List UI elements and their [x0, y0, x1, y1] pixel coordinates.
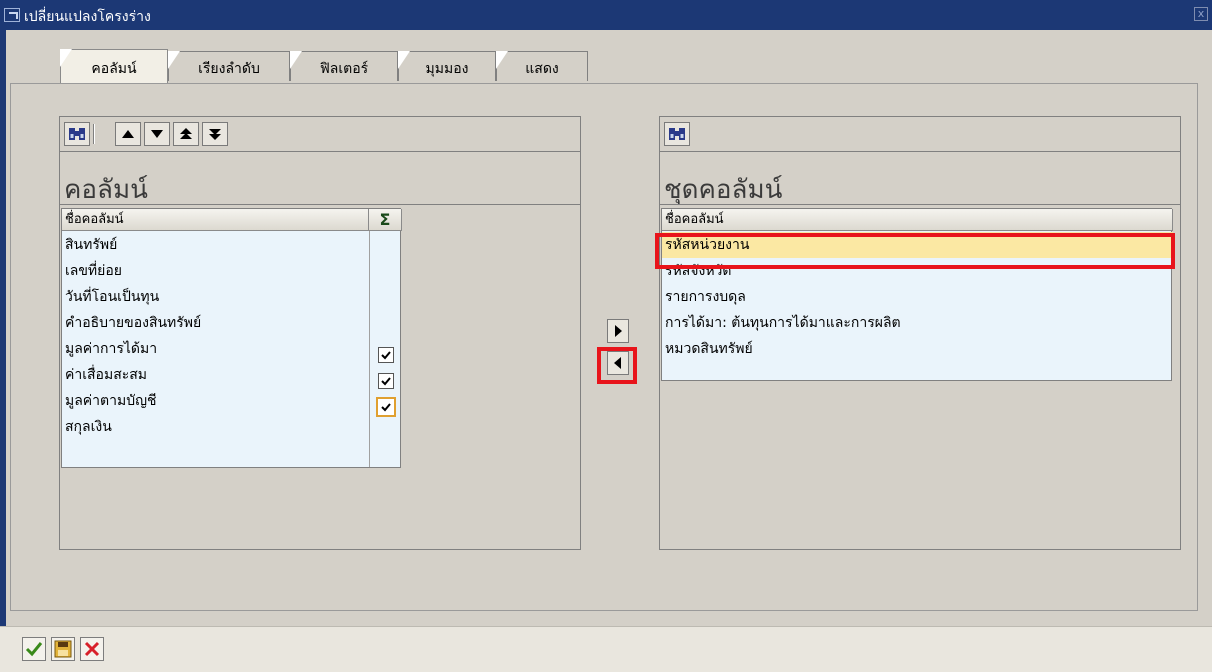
- tab-label: คอลัมน์: [91, 60, 137, 77]
- tab-columns[interactable]: คอลัมน์: [60, 49, 168, 83]
- save-icon: [54, 640, 72, 658]
- cancel-button[interactable]: [80, 637, 104, 661]
- title-divider: [60, 204, 580, 205]
- available-columns-panel: คอลัมน์ ชื่อคอลัมน์ Σ สินทรัพย์ เลขที่ย่…: [59, 116, 581, 550]
- add-to-displayed-icon: [615, 325, 622, 337]
- tab-label: แสดง: [525, 60, 559, 77]
- highlight-remove-button: [597, 347, 637, 384]
- move-up-icon[interactable]: [115, 122, 141, 146]
- find-icon[interactable]: [64, 122, 90, 146]
- column-divider: [369, 231, 370, 467]
- title-divider: [660, 204, 1180, 205]
- column-name-header[interactable]: ชื่อคอลัมน์: [62, 209, 369, 231]
- toolbar-separator: [93, 124, 95, 144]
- layout-dialog: เปลี่ยนแปลงโครงร่าง x คอลัมน์ เรียงลำดับ…: [0, 0, 1212, 672]
- find-icon[interactable]: [664, 122, 690, 146]
- tab-label: มุมมอง: [425, 60, 469, 77]
- highlight-selected-row: [655, 233, 1175, 269]
- close-button[interactable]: x: [1194, 7, 1208, 21]
- toolbar-divider: [660, 151, 1180, 152]
- displayed-columns-panel: ชุดคอลัมน์ ชื่อคอลัมน์ รหัสหน่วยงาน รหัส…: [659, 116, 1181, 550]
- tab-sort[interactable]: เรียงลำดับ: [168, 51, 290, 81]
- list-item[interactable]: หมวดสินทรัพย์: [662, 336, 753, 362]
- sum-column-header[interactable]: Σ: [369, 209, 402, 231]
- toolbar-divider: [60, 151, 580, 152]
- sum-checkbox-depreciation[interactable]: [378, 373, 394, 389]
- list-item[interactable]: ค่าเสื่อมสะสม: [62, 362, 147, 388]
- list-item[interactable]: รายการงบดุล: [662, 284, 746, 310]
- cancel-icon: [84, 641, 100, 657]
- tab-view[interactable]: มุมมอง: [398, 51, 496, 81]
- move-bottom-icon[interactable]: [202, 122, 228, 146]
- list-item[interactable]: เลขที่ย่อย: [62, 258, 122, 284]
- window-left-border: [0, 30, 6, 626]
- list-item[interactable]: วันที่โอนเป็นทุน: [62, 284, 159, 310]
- window-title: เปลี่ยนแปลงโครงร่าง: [24, 9, 151, 25]
- window-menu-icon[interactable]: [4, 8, 20, 22]
- add-to-displayed-button[interactable]: [607, 319, 629, 343]
- column-name-header[interactable]: ชื่อคอลัมน์: [662, 209, 1173, 231]
- available-columns-list[interactable]: ชื่อคอลัมน์ Σ สินทรัพย์ เลขที่ย่อย วันที…: [61, 208, 402, 468]
- tab-label: เรียงลำดับ: [198, 60, 260, 77]
- sum-checkbox-book-value[interactable]: [376, 397, 396, 417]
- tab-display[interactable]: แสดง: [496, 51, 588, 81]
- save-button[interactable]: [51, 637, 75, 661]
- list-item[interactable]: สกุลเงิน: [62, 414, 112, 440]
- list-item[interactable]: สินทรัพย์: [62, 232, 117, 258]
- confirm-icon: [25, 642, 43, 657]
- list-item[interactable]: การได้มา: ต้นทุนการได้มาและการผลิต: [662, 310, 901, 336]
- list-item[interactable]: มูลค่าการได้มา: [62, 336, 157, 362]
- move-down-icon[interactable]: [144, 122, 170, 146]
- tab-label: ฟิลเตอร์: [319, 60, 369, 77]
- bottom-toolbar: [0, 626, 1212, 672]
- title-bar: เปลี่ยนแปลงโครงร่าง x: [0, 0, 1212, 30]
- confirm-button[interactable]: [22, 637, 46, 661]
- tab-filter[interactable]: ฟิลเตอร์: [290, 51, 398, 81]
- list-item[interactable]: มูลค่าตามบัญชี: [62, 388, 157, 414]
- move-top-icon[interactable]: [173, 122, 199, 146]
- list-item[interactable]: คำอธิบายของสินทรัพย์: [62, 310, 201, 336]
- sum-checkbox-acquisition[interactable]: [378, 347, 394, 363]
